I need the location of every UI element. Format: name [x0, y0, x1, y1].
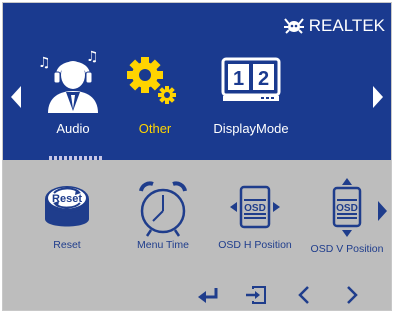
svg-text:1: 1 — [233, 68, 244, 90]
submenu-right-arrow-icon[interactable] — [378, 201, 387, 221]
enter-icon[interactable] — [197, 285, 219, 305]
osd-horizontal-icon: OSD — [230, 185, 280, 229]
menu-item-other[interactable]: Other — [125, 49, 185, 139]
alarm-clock-icon — [139, 181, 187, 237]
sub-item-osd-h-position[interactable]: OSD OSD H Position — [218, 181, 292, 251]
menu-right-arrow-icon[interactable] — [373, 86, 383, 108]
prev-icon[interactable] — [293, 285, 315, 305]
svg-text:OSD: OSD — [244, 203, 266, 214]
menu-left-arrow-icon[interactable] — [11, 86, 21, 108]
sub-item-osd-v-position[interactable]: OSD OSD V Position — [311, 178, 383, 255]
dual-display-icon: 1 2 — [221, 57, 281, 101]
svg-text:OSD: OSD — [336, 203, 358, 214]
gear-icon — [127, 57, 176, 104]
sub-item-reset[interactable]: Reset Reset — [41, 181, 93, 251]
menu-item-label: DisplayMode — [213, 121, 289, 136]
menu-item-label: Other — [138, 121, 172, 136]
svg-text:♫: ♫ — [86, 49, 99, 65]
realtek-crab-logo — [283, 18, 304, 34]
navigation-controls — [197, 285, 363, 305]
brand-name: REALTEK — [308, 16, 385, 35]
osd-menu: REALTEK ♫ ♫ Audio Other 1 2 DisplayMode … — [2, 2, 392, 311]
sub-item-label: Reset — [53, 239, 81, 251]
svg-text:2: 2 — [258, 68, 269, 90]
headset-user-icon: ♫ ♫ — [38, 49, 99, 113]
svg-text:Reset: Reset — [52, 193, 82, 205]
menu-item-label: Audio — [56, 121, 90, 136]
exit-icon[interactable] — [245, 285, 267, 305]
svg-text:♫: ♫ — [38, 55, 51, 71]
sub-item-label: Menu Time — [137, 239, 189, 251]
menu-item-displaymode[interactable]: 1 2 DisplayMode — [213, 49, 289, 139]
sub-item-label: OSD V Position — [310, 243, 384, 255]
next-icon[interactable] — [341, 285, 363, 305]
osd-vertical-icon: OSD — [332, 178, 362, 237]
sub-item-label: OSD H Position — [218, 239, 292, 251]
reset-button-icon: Reset — [45, 186, 89, 227]
brand-header: REALTEK — [283, 15, 385, 37]
sub-item-menu-time[interactable]: Menu Time — [137, 181, 189, 251]
top-menu-panel: REALTEK ♫ ♫ Audio Other 1 2 DisplayMode — [3, 3, 391, 160]
menu-item-audio[interactable]: ♫ ♫ Audio — [38, 49, 103, 139]
menu-page-indicator — [49, 156, 102, 160]
